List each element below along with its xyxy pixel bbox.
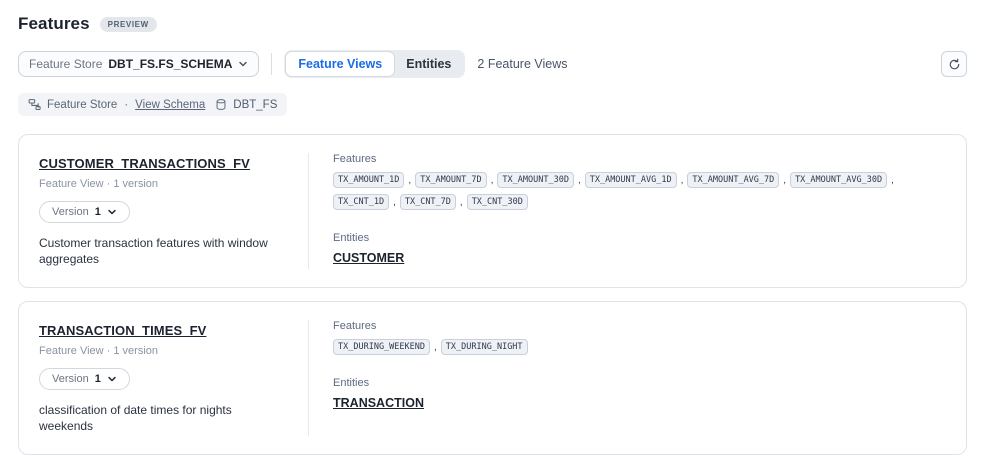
feature-view-description: Customer transaction features with windo… <box>39 236 288 267</box>
refresh-icon <box>948 58 961 71</box>
feature-view-card: TRANSACTION_TIMES_FV Feature View · 1 ve… <box>18 301 967 455</box>
feature-view-title-link[interactable]: CUSTOMER_TRANSACTIONS_FV <box>39 156 250 171</box>
refresh-button[interactable] <box>941 51 967 77</box>
card-summary: CUSTOMER_TRANSACTIONS_FV Feature View · … <box>19 135 308 287</box>
entity-link[interactable]: CUSTOMER <box>333 251 404 265</box>
feature-view-subtitle: Feature View · 1 version <box>39 178 288 190</box>
chip-separator: , <box>783 175 786 186</box>
feature-store-selector-value: DBT_FS.FS_SCHEMA <box>108 57 232 71</box>
feature-chip: TX_AMOUNT_30D <box>497 172 574 188</box>
breadcrumb-root: Feature Store <box>47 99 117 111</box>
version-label: Version <box>52 373 89 385</box>
feature-store-selector-label: Feature Store <box>29 57 102 71</box>
feature-view-description: classification of date times for nights … <box>39 403 288 434</box>
entity-link[interactable]: TRANSACTION <box>333 396 424 410</box>
feature-view-title-link[interactable]: TRANSACTION_TIMES_FV <box>39 323 206 338</box>
feature-chip: TX_DURING_NIGHT <box>441 339 528 355</box>
feature-chip: TX_CNT_1D <box>333 194 389 210</box>
feature-chip: TX_AMOUNT_7D <box>415 172 486 188</box>
feature-chip: TX_DURING_WEEKEND <box>333 339 430 355</box>
feature-chip: TX_AMOUNT_AVG_30D <box>790 172 887 188</box>
feature-chip: TX_AMOUNT_1D <box>333 172 404 188</box>
feature-chip-list: TX_AMOUNT_1D,TX_AMOUNT_7D,TX_AMOUNT_30D,… <box>333 172 946 210</box>
entities-section-label: Entities <box>333 377 946 389</box>
chip-separator: , <box>434 342 437 353</box>
chevron-down-icon <box>238 59 248 69</box>
feature-view-list: CUSTOMER_TRANSACTIONS_FV Feature View · … <box>18 134 967 455</box>
feature-chip: TX_AMOUNT_AVG_1D <box>585 172 677 188</box>
chevron-down-icon <box>107 207 117 217</box>
feature-chip: TX_AMOUNT_AVG_7D <box>687 172 779 188</box>
features-section-label: Features <box>333 153 946 165</box>
card-summary: TRANSACTION_TIMES_FV Feature View · 1 ve… <box>19 302 308 454</box>
feature-chip: TX_CNT_7D <box>400 194 456 210</box>
features-section-label: Features <box>333 320 946 332</box>
version-value: 1 <box>95 206 101 218</box>
version-value: 1 <box>95 373 101 385</box>
entities-section: Entities TRANSACTION <box>333 377 946 410</box>
database-icon <box>215 98 227 111</box>
chip-separator: , <box>408 175 411 186</box>
preview-badge: PREVIEW <box>100 17 157 32</box>
chip-separator: , <box>681 175 684 186</box>
entities-section: Entities CUSTOMER <box>333 232 946 265</box>
breadcrumb-separator: · <box>124 99 128 111</box>
page-title: Features <box>18 14 90 34</box>
chip-separator: , <box>460 197 463 208</box>
feature-chip-list: TX_DURING_WEEKEND, TX_DURING_NIGHT <box>333 339 946 355</box>
toolbar-divider <box>271 53 272 75</box>
breadcrumb: Feature Store · View Schema DBT_FS <box>18 93 287 116</box>
card-details: Features TX_AMOUNT_1D,TX_AMOUNT_7D,TX_AM… <box>309 135 966 287</box>
entity-link-list: TRANSACTION <box>333 396 946 410</box>
features-page: Features PREVIEW Feature Store DBT_FS.FS… <box>0 0 985 455</box>
feature-store-icon <box>28 98 41 111</box>
entity-link-list: CUSTOMER <box>333 251 946 265</box>
tab-feature-views[interactable]: Feature Views <box>286 52 394 76</box>
chip-separator: , <box>393 197 396 208</box>
feature-view-subtitle: Feature View · 1 version <box>39 345 288 357</box>
entities-section-label: Entities <box>333 232 946 244</box>
breadcrumb-row: Feature Store · View Schema DBT_FS <box>18 93 967 116</box>
breadcrumb-database-name: DBT_FS <box>233 99 277 111</box>
chevron-down-icon <box>107 374 117 384</box>
chip-separator: , <box>491 175 494 186</box>
tab-entities[interactable]: Entities <box>394 52 463 76</box>
card-details: Features TX_DURING_WEEKEND, TX_DURING_NIG… <box>309 302 966 454</box>
feature-view-card: CUSTOMER_TRANSACTIONS_FV Feature View · … <box>18 134 967 288</box>
version-label: Version <box>52 206 89 218</box>
view-schema-link[interactable]: View Schema <box>135 99 205 111</box>
feature-views-count: 2 Feature Views <box>477 57 567 71</box>
feature-store-selector[interactable]: Feature Store DBT_FS.FS_SCHEMA <box>18 51 259 77</box>
chip-separator: , <box>578 175 581 186</box>
view-tab-group: Feature Views Entities <box>284 50 465 78</box>
chip-separator: , <box>891 175 894 186</box>
version-selector[interactable]: Version 1 <box>39 201 130 223</box>
feature-chip: TX_CNT_30D <box>467 194 528 210</box>
toolbar: Feature Store DBT_FS.FS_SCHEMA Feature V… <box>18 50 967 78</box>
page-header: Features PREVIEW <box>18 14 967 34</box>
version-selector[interactable]: Version 1 <box>39 368 130 390</box>
